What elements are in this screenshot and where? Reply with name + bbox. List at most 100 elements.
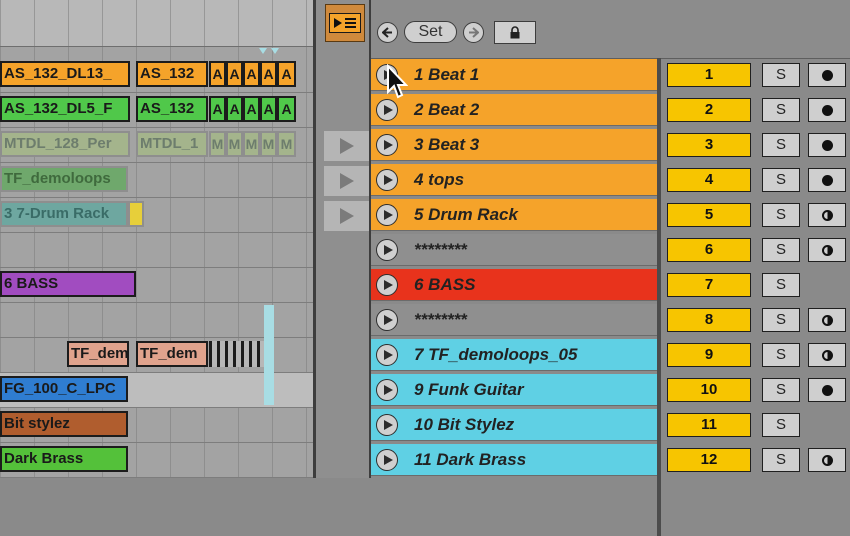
arm-button[interactable] [808, 63, 846, 87]
arrangement-clip[interactable]: MTDL_128_Per [0, 131, 130, 157]
solo-button[interactable]: S [762, 238, 800, 262]
scene-row[interactable]: ******** [371, 304, 657, 336]
arrangement-clip[interactable]: MTDL_1 [136, 131, 208, 157]
arm-button[interactable] [808, 168, 846, 192]
solo-button[interactable]: S [762, 448, 800, 472]
track-number-box[interactable]: 9 [667, 343, 751, 367]
arrangement-clip[interactable]: A [226, 61, 243, 87]
arrangement-clip[interactable]: TF_demoloops [0, 166, 128, 192]
arrangement-clip[interactable]: FG_100_C_LPC [0, 376, 128, 402]
scene-launch-button[interactable] [376, 204, 398, 226]
arrangement-clip[interactable]: 6 BASS [0, 271, 136, 297]
solo-button[interactable]: S [762, 98, 800, 122]
arrangement-clip[interactable]: M [260, 131, 277, 157]
scene-launch-button[interactable] [376, 274, 398, 296]
arrangement-clip[interactable]: AS_132 [136, 96, 208, 122]
solo-button[interactable]: S [762, 378, 800, 402]
arm-button[interactable] [808, 308, 846, 332]
mouse-pointer-icon [387, 64, 408, 99]
arrangement-clip[interactable]: A [226, 96, 243, 122]
arrangement-clip-ticks[interactable] [209, 341, 271, 367]
scene-row[interactable]: 1 Beat 1 [371, 59, 657, 91]
scene-launch-button[interactable] [376, 239, 398, 261]
arrangement-clip[interactable]: M [209, 131, 226, 157]
arrangement-clip[interactable]: M [243, 131, 260, 157]
solo-button[interactable]: S [762, 168, 800, 192]
scene-row[interactable]: 9 Funk Guitar [371, 374, 657, 406]
solo-button[interactable]: S [762, 273, 800, 297]
arm-button[interactable] [808, 378, 846, 402]
track-number-box[interactable]: 12 [667, 448, 751, 472]
track-number-box[interactable]: 11 [667, 413, 751, 437]
arrangement-clip[interactable]: Dark Brass [0, 446, 128, 472]
arrangement-clip[interactable]: TF_dem [67, 341, 129, 367]
arm-button[interactable] [808, 98, 846, 122]
arrangement-clip[interactable]: A [277, 61, 296, 87]
arrangement-clip[interactable]: 3 7-Drum Rack [0, 201, 128, 227]
arrangement-clip[interactable]: A [260, 61, 277, 87]
scene-launch-button[interactable] [376, 309, 398, 331]
scene-row[interactable]: 3 Beat 3 [371, 129, 657, 161]
solo-button[interactable]: S [762, 133, 800, 157]
arm-button[interactable] [808, 133, 846, 157]
scene-row[interactable]: 6 BASS [371, 269, 657, 301]
scene-launch-button[interactable] [376, 379, 398, 401]
track-number-box[interactable]: 3 [667, 133, 751, 157]
scene-launch-button[interactable] [376, 134, 398, 156]
arrangement-clip[interactable]: A [209, 61, 226, 87]
track-number-box[interactable]: 6 [667, 238, 751, 262]
arrangement-clip[interactable]: A [243, 96, 260, 122]
scene-launch-button[interactable] [376, 344, 398, 366]
arm-button[interactable] [808, 203, 846, 227]
track-number-box[interactable]: 7 [667, 273, 751, 297]
scene-launch-button[interactable] [376, 414, 398, 436]
scene-row[interactable]: 5 Drum Rack [371, 199, 657, 231]
monitor-icon [821, 349, 833, 361]
track-play-button[interactable] [324, 131, 370, 161]
arrangement-clip[interactable]: AS_132 [136, 61, 208, 87]
arm-button[interactable] [808, 448, 846, 472]
arrangement-clip[interactable]: A [209, 96, 226, 122]
arrangement-clip[interactable] [128, 201, 144, 227]
back-arrow-button[interactable] [377, 22, 398, 43]
track-play-button[interactable] [324, 166, 370, 196]
scene-row[interactable]: 4 tops [371, 164, 657, 196]
arm-button[interactable] [808, 238, 846, 262]
solo-button[interactable]: S [762, 308, 800, 332]
track-number-box[interactable]: 2 [667, 98, 751, 122]
arm-button[interactable] [808, 343, 846, 367]
scene-launch-button[interactable] [376, 99, 398, 121]
scene-row[interactable]: ******** [371, 234, 657, 266]
scene-row[interactable]: 7 TF_demoloops_05 [371, 339, 657, 371]
track-play-button[interactable] [324, 201, 370, 231]
arrangement-clip[interactable]: AS_132_DL13_ [0, 61, 130, 87]
timeline-ruler[interactable] [0, 0, 315, 47]
lock-button[interactable] [494, 21, 536, 44]
solo-button[interactable]: S [762, 63, 800, 87]
scene-launch-button[interactable] [376, 449, 398, 471]
solo-button[interactable]: S [762, 413, 800, 437]
track-number-box[interactable]: 8 [667, 308, 751, 332]
track-number-box[interactable]: 4 [667, 168, 751, 192]
arrangement-clip[interactable]: A [277, 96, 296, 122]
arrangement-clip[interactable]: M [277, 131, 296, 157]
arrangement-clip[interactable]: AS_132_DL5_F [0, 96, 130, 122]
scene-row[interactable]: 10 Bit Stylez [371, 409, 657, 441]
track-number-box[interactable]: 5 [667, 203, 751, 227]
scene-row[interactable]: 11 Dark Brass [371, 444, 657, 476]
arrangement-clip[interactable]: Bit stylez [0, 411, 128, 437]
scene-row[interactable]: 2 Beat 2 [371, 94, 657, 126]
track-number-box[interactable]: 10 [667, 378, 751, 402]
arrangement-clip[interactable]: TF_dem [136, 341, 208, 367]
scene-launch-button[interactable] [376, 169, 398, 191]
follow-button[interactable] [325, 4, 365, 42]
arrangement-clip[interactable]: M [226, 131, 243, 157]
solo-button[interactable]: S [762, 343, 800, 367]
solo-button[interactable]: S [762, 203, 800, 227]
forward-arrow-button[interactable] [463, 22, 484, 43]
track-number-box[interactable]: 1 [667, 63, 751, 87]
loop-marker-icon[interactable] [259, 48, 279, 56]
arrangement-clip[interactable]: A [260, 96, 277, 122]
set-button[interactable]: Set [404, 21, 457, 43]
arrangement-clip[interactable]: A [243, 61, 260, 87]
